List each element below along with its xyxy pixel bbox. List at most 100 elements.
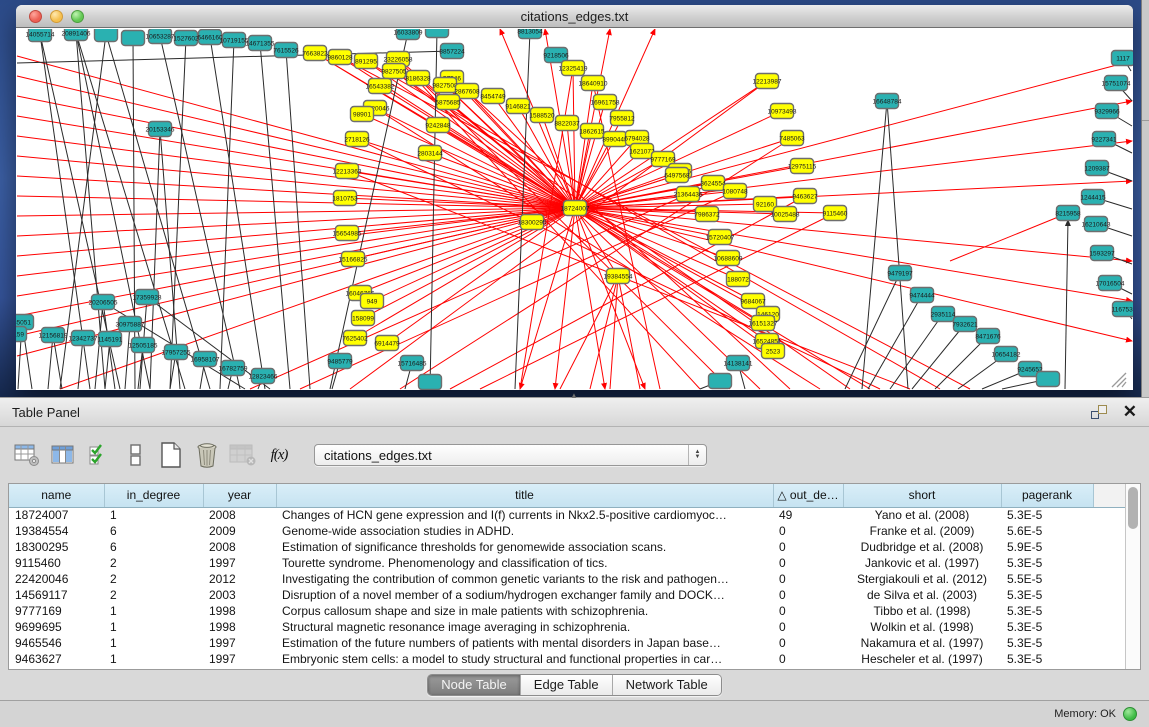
graph-node[interactable]: 1167531 — [1112, 302, 1133, 317]
graph-node[interactable]: 17359928 — [133, 290, 162, 305]
table-cell[interactable]: Stergiakouli et al. (2012) — [843, 571, 1001, 587]
graph-edge[interactable] — [1065, 220, 1068, 389]
graph-edge[interactable] — [220, 40, 234, 389]
table-cell[interactable]: Tibbo et al. (1998) — [843, 603, 1001, 619]
graph-node[interactable]: 1810753 — [332, 191, 358, 206]
table-scrollbar-thumb[interactable] — [1128, 487, 1138, 529]
table-cell[interactable]: de Silva et al. (2003) — [843, 587, 1001, 603]
close-panel-icon[interactable]: ✕ — [1123, 404, 1137, 420]
table-row[interactable]: 911546021997Tourette syndrome. Phenomeno… — [9, 555, 1125, 571]
graph-node[interactable]: 15166825 — [339, 252, 368, 267]
graph-node[interactable]: 9463627 — [792, 189, 818, 204]
table-cell[interactable]: 0 — [773, 603, 843, 619]
table-cell[interactable]: 1998 — [203, 619, 276, 635]
select-rows-icon[interactable] — [84, 440, 114, 470]
table-cell[interactable]: Dudbridge et al. (2008) — [843, 539, 1001, 555]
graph-node[interactable]: 1593297 — [1089, 246, 1115, 261]
graph-node[interactable]: 10973493 — [768, 104, 797, 119]
table-cell[interactable]: Estimation of the future numbers of pati… — [276, 635, 773, 651]
column-header-title[interactable]: title — [276, 484, 773, 507]
column-header-name[interactable]: name — [9, 484, 104, 507]
table-cell[interactable]: 0 — [773, 523, 843, 539]
memory-status-indicator[interactable] — [1123, 707, 1137, 721]
graph-node[interactable]: 16782759 — [219, 361, 248, 376]
graph-node[interactable]: 18640910 — [579, 76, 608, 91]
graph-node[interactable]: 9242848 — [425, 118, 451, 133]
graph-edge[interactable] — [60, 222, 532, 389]
graph-node[interactable]: 1862615 — [579, 124, 605, 139]
table-cell[interactable]: 18300295 — [9, 539, 104, 555]
graph-node[interactable]: 7615526 — [273, 43, 299, 58]
table-cell[interactable]: 9777169 — [9, 603, 104, 619]
graph-node[interactable]: 7932621 — [952, 317, 978, 332]
graph-node[interactable]: 20153346 — [146, 122, 175, 137]
table-cell[interactable]: 0 — [773, 571, 843, 587]
table-source-select[interactable]: citations_edges.txt ▲▼ — [314, 444, 707, 466]
graph-edge[interactable] — [480, 213, 835, 389]
table-cell[interactable]: 14569117 — [9, 587, 104, 603]
graph-node[interactable]: 7485063 — [779, 131, 805, 146]
column-header-in_degree[interactable]: in_degree — [104, 484, 203, 507]
table-cell[interactable]: 2012 — [203, 571, 276, 587]
graph-node[interactable]: 8857224 — [439, 44, 465, 59]
graph-node[interactable]: 2523 — [762, 344, 785, 359]
create-column-icon[interactable] — [156, 440, 186, 470]
graph-node[interactable] — [122, 31, 145, 46]
table-cell[interactable]: 19384554 — [9, 523, 104, 539]
table-cell[interactable]: 22420046 — [9, 571, 104, 587]
table-cell[interactable]: Changes of HCN gene expression and I(f) … — [276, 507, 773, 523]
graph-node[interactable]: 1117 — [1112, 51, 1134, 66]
table-row[interactable]: 1872400712008Changes of HCN gene express… — [9, 507, 1125, 523]
graph-node[interactable]: 5875685 — [435, 95, 461, 110]
table-cell[interactable]: 5.6E-5 — [1001, 523, 1093, 539]
table-cell[interactable]: Franke et al. (2009) — [843, 523, 1001, 539]
table-cell[interactable]: 2 — [104, 571, 203, 587]
graph-node[interactable]: 12342737 — [69, 331, 98, 346]
table-row[interactable]: 977716911998Corpus callosum shape and si… — [9, 603, 1125, 619]
table-cell[interactable]: 5.3E-5 — [1001, 635, 1093, 651]
graph-node[interactable]: 12505185 — [129, 338, 158, 353]
table-cell[interactable]: 2008 — [203, 539, 276, 555]
table-row[interactable]: 1938455462009Genome-wide association stu… — [9, 523, 1125, 539]
graph-edge[interactable] — [575, 29, 610, 208]
table-cell[interactable]: 1997 — [203, 555, 276, 571]
graph-node[interactable]: 17016504 — [1096, 276, 1125, 291]
table-cell[interactable]: Genome-wide association studies in ADHD. — [276, 523, 773, 539]
table-cell[interactable]: 1 — [104, 619, 203, 635]
graph-node[interactable]: 7625402 — [342, 331, 368, 346]
graph-node[interactable]: 7663822 — [302, 46, 328, 61]
graph-node[interactable]: 39159 — [16, 327, 27, 342]
graph-node[interactable]: 9227341 — [1091, 132, 1117, 147]
graph-node[interactable]: 18724007 — [561, 201, 590, 216]
graph-node[interactable]: 1244415 — [1080, 190, 1106, 205]
graph-node[interactable] — [419, 375, 442, 390]
graph-node[interactable]: 2718126 — [344, 132, 370, 147]
graph-node[interactable]: 8186328 — [405, 71, 431, 86]
graph-node[interactable]: 1145191 — [98, 332, 123, 347]
graph-node[interactable]: 16958107 — [191, 352, 220, 367]
graph-node[interactable]: 20891406 — [62, 29, 91, 41]
table-cell[interactable]: 5.3E-5 — [1001, 587, 1093, 603]
table-cell[interactable]: 6 — [104, 523, 203, 539]
graph-node[interactable]: 9115460 — [823, 206, 848, 221]
graph-canvas[interactable]: 1405571420891406106532871527602646616010… — [16, 29, 1133, 390]
table-row[interactable]: 969969511998Structural magnetic resonanc… — [9, 619, 1125, 635]
tab-network-table[interactable]: Network Table — [613, 675, 721, 695]
graph-node[interactable]: 8822037 — [554, 116, 580, 131]
table-cell[interactable]: 9465546 — [9, 635, 104, 651]
graph-node[interactable]: 1209387 — [1084, 161, 1110, 176]
graph-node[interactable]: 9827505 — [381, 64, 407, 79]
graph-edge[interactable] — [912, 324, 965, 389]
column-header-year[interactable]: year — [203, 484, 276, 507]
graph-edge[interactable] — [575, 208, 1132, 261]
table-cell[interactable]: 0 — [773, 539, 843, 555]
graph-node[interactable]: 16648784 — [873, 94, 902, 109]
graph-edge[interactable] — [125, 324, 130, 389]
graph-node[interactable]: 12213987 — [753, 74, 782, 89]
graph-node[interactable]: 30975887 — [116, 317, 145, 332]
table-cell[interactable]: Jankovic et al. (1997) — [843, 555, 1001, 571]
table-cell[interactable]: 9115460 — [9, 555, 104, 571]
table-cell[interactable]: 5.3E-5 — [1001, 619, 1093, 635]
table-cell[interactable]: 0 — [773, 555, 843, 571]
graph-node[interactable]: 12213363 — [333, 164, 362, 179]
